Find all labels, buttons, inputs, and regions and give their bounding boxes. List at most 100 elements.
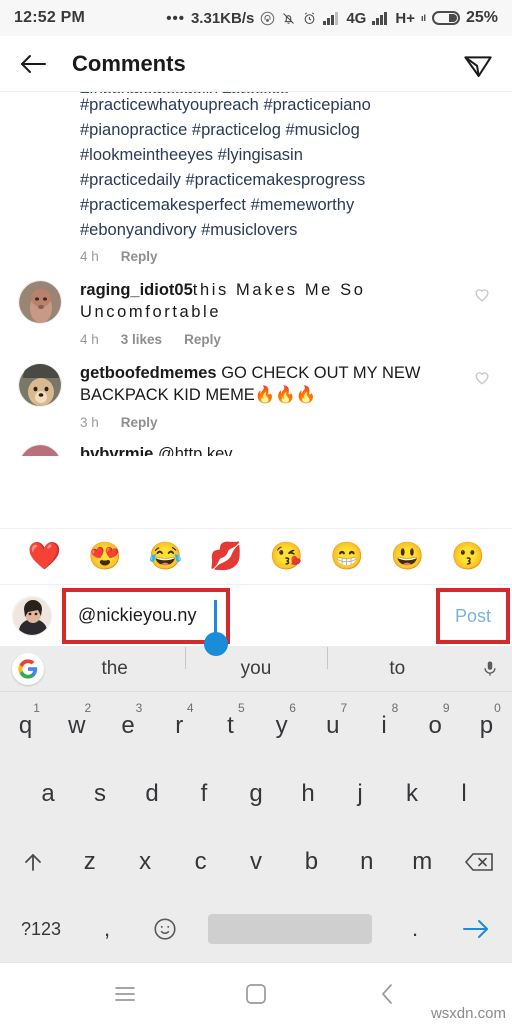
comment-reply-button[interactable]: Reply <box>121 415 158 430</box>
keyboard-row-4[interactable]: ?123 , . <box>0 896 512 962</box>
comment-item[interactable]: raging_idiot05this Makes Me So Uncomfort… <box>0 264 512 347</box>
post-button-highlight[interactable]: Post <box>436 588 510 644</box>
kissing-heart-emoji[interactable]: 😘 <box>269 543 303 570</box>
comment-input-highlight[interactable]: @nickieyou.ny <box>62 587 230 656</box>
avatar[interactable] <box>12 595 52 636</box>
key-label: q <box>18 712 33 739</box>
heart-outline-icon[interactable] <box>472 280 498 347</box>
key-number: 6 <box>289 701 296 715</box>
suggestion-strip[interactable]: the you to <box>0 646 512 692</box>
key-p[interactable]: p0 <box>461 692 512 760</box>
kissing-emoji[interactable]: 😗 <box>451 543 485 570</box>
suggestion-items[interactable]: the you to <box>44 646 468 680</box>
caption-reply-button[interactable]: Reply <box>121 249 158 264</box>
comment-text-line: getboofedmemes GO CHECK OUT MY NEW BACKP… <box>80 363 464 406</box>
key-comma[interactable]: , <box>78 896 136 962</box>
key-d[interactable]: d <box>126 760 178 828</box>
hspa-sub-label: ıl <box>420 13 426 23</box>
key-u[interactable]: u7 <box>307 692 358 760</box>
key-s[interactable]: s <box>74 760 126 828</box>
grin-emoji[interactable]: 😁 <box>330 543 364 570</box>
key-i[interactable]: i8 <box>358 692 409 760</box>
key-m[interactable]: m <box>395 828 450 896</box>
key-r[interactable]: r4 <box>154 692 205 760</box>
symbols-key[interactable]: ?123 <box>4 896 78 962</box>
network-type-label: 4G <box>346 9 367 27</box>
space-key[interactable] <box>194 896 386 962</box>
key-t[interactable]: t5 <box>205 692 256 760</box>
caption-timestamp: 4 h <box>80 249 99 265</box>
key-q[interactable]: q1 <box>0 692 51 760</box>
key-l[interactable]: l <box>438 760 490 828</box>
key-h[interactable]: h <box>282 760 334 828</box>
smiley-emoji[interactable]: 😃 <box>390 543 424 570</box>
home-square-icon[interactable] <box>226 974 286 1014</box>
key-c[interactable]: c <box>173 828 228 896</box>
comment-username[interactable]: bvbvrmie <box>80 445 153 456</box>
key-x[interactable]: x <box>117 828 172 896</box>
comment-likes-count[interactable]: 3 likes <box>121 332 162 347</box>
back-chevron-icon[interactable] <box>357 974 417 1014</box>
avatar[interactable] <box>18 280 62 325</box>
enter-arrow-right-icon[interactable] <box>444 896 508 962</box>
heart-emoji[interactable]: ❤️ <box>27 543 61 570</box>
backspace-icon[interactable] <box>450 828 508 896</box>
soft-keyboard[interactable]: the you to q1 w2 e3 r4 t5 y6 u7 i8 o9 p0 <box>0 646 512 962</box>
kiss-mark-emoji[interactable]: 💋 <box>209 543 243 570</box>
text-drag-handle[interactable] <box>204 631 228 656</box>
hashtag-line: #lookmeintheeyes #lyingisasin <box>80 146 303 165</box>
suggestion-word[interactable]: you <box>185 646 326 680</box>
comments-feed[interactable]: #funnymemesdaily #practice #practicewhat… <box>0 92 512 528</box>
paper-plane-icon[interactable] <box>462 48 494 80</box>
key-label: t <box>227 712 234 739</box>
key-e[interactable]: e3 <box>102 692 153 760</box>
quick-emoji-bar[interactable]: ❤️ 😍 😂 💋 😘 😁 😃 😗 <box>0 528 512 584</box>
post-button[interactable]: Post <box>455 606 491 627</box>
joy-emoji[interactable]: 😂 <box>148 543 182 570</box>
key-z[interactable]: z <box>62 828 117 896</box>
key-a[interactable]: a <box>22 760 74 828</box>
key-number: 3 <box>135 701 143 715</box>
keyboard-row-2[interactable]: a s d f g h j k l <box>0 760 512 828</box>
key-b[interactable]: b <box>284 828 339 896</box>
key-w[interactable]: w2 <box>51 692 102 760</box>
comment-input[interactable]: @nickieyou.ny <box>66 605 197 626</box>
key-period[interactable]: . <box>386 896 444 962</box>
key-number: 9 <box>442 701 450 715</box>
suggestion-word[interactable]: to <box>326 646 468 680</box>
heart-outline-icon[interactable] <box>472 363 498 430</box>
keyboard-row-1[interactable]: q1 w2 e3 r4 t5 y6 u7 i8 o9 p0 <box>0 692 512 760</box>
avatar[interactable] <box>18 363 62 408</box>
comment-item-partial[interactable]: bvbvrmie @http.kev <box>0 430 512 457</box>
keyboard-row-3[interactable]: z x c v b n m <box>0 828 512 896</box>
suggestion-word[interactable]: the <box>44 658 185 680</box>
avatar[interactable] <box>18 444 62 457</box>
more-dots-icon: ••• <box>166 9 185 27</box>
comment-text: @http.kev <box>157 445 233 457</box>
key-number: 5 <box>238 701 245 715</box>
microphone-icon[interactable] <box>468 658 512 680</box>
menu-recents-icon[interactable] <box>95 974 155 1014</box>
key-v[interactable]: v <box>228 828 283 896</box>
emoji-smiley-icon[interactable] <box>136 896 194 962</box>
comment-item[interactable]: getboofedmemes GO CHECK OUT MY NEW BACKP… <box>0 347 512 430</box>
key-f[interactable]: f <box>178 760 230 828</box>
comment-body: bvbvrmie @http.kev <box>62 444 498 456</box>
heart-eyes-emoji[interactable]: 😍 <box>88 543 122 570</box>
google-g-icon[interactable] <box>12 652 44 685</box>
comment-reply-button[interactable]: Reply <box>184 332 221 347</box>
key-j[interactable]: j <box>334 760 386 828</box>
comment-body: getboofedmemes GO CHECK OUT MY NEW BACKP… <box>62 363 472 430</box>
system-navigation-bar[interactable]: wsxdn.com <box>0 962 512 1024</box>
key-n[interactable]: n <box>339 828 394 896</box>
key-y[interactable]: y6 <box>256 692 307 760</box>
back-arrow-icon[interactable] <box>18 52 48 76</box>
shift-arrow-icon[interactable] <box>4 828 62 896</box>
hspa-label: H+ <box>395 9 415 27</box>
comment-username[interactable]: getboofedmemes <box>80 364 217 382</box>
comment-username[interactable]: raging_idiot05 <box>80 281 193 299</box>
key-o[interactable]: o9 <box>410 692 461 760</box>
key-k[interactable]: k <box>386 760 438 828</box>
page-title: Comments <box>72 50 186 76</box>
key-g[interactable]: g <box>230 760 282 828</box>
